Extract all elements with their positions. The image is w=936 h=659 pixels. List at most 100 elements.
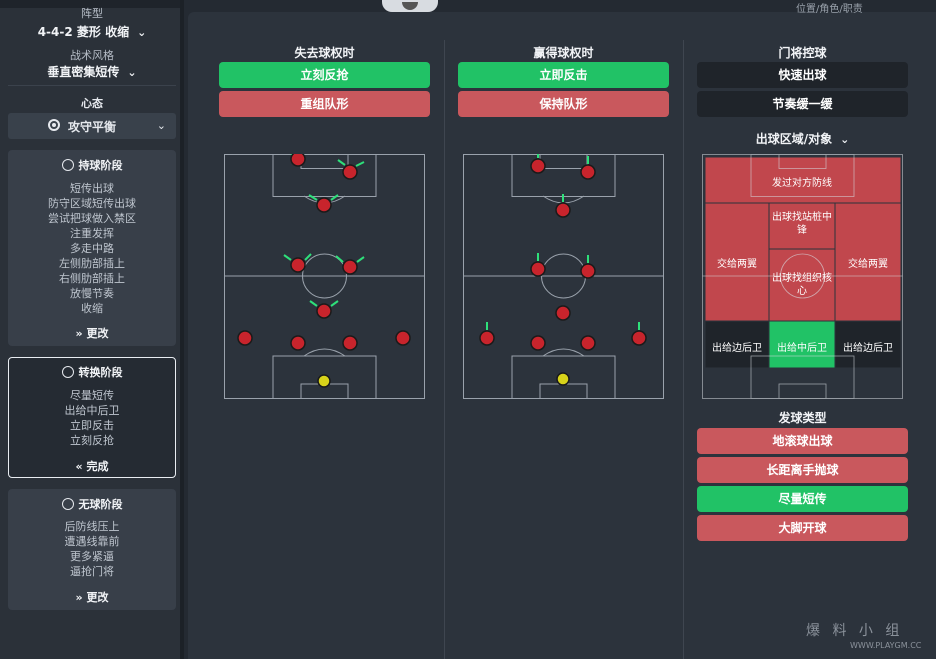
watermark-url: WWW.PLAYGM.CC	[850, 641, 922, 650]
distribution-target-select[interactable]: 出球区域/对象 ⌄	[697, 130, 908, 147]
chevron-down-icon: ⌄	[840, 133, 850, 146]
lose-possession-players	[237, 154, 411, 388]
top-right-label: 位置/角色/职责	[796, 4, 863, 15]
in-possession-title: 持球阶段	[8, 157, 176, 173]
instruction-item: 短传出球	[70, 182, 114, 195]
kick-type-title: 发球类型	[778, 411, 827, 425]
instruction-item: 逼抢门将	[70, 565, 114, 578]
out-of-possession-panel[interactable]: 无球阶段 后防线压上 遭遇线靠前 更多紧逼 逼抢门将 » 更改	[8, 489, 176, 610]
player-marker	[290, 335, 306, 351]
change-button-label: 更改	[86, 591, 109, 604]
player-marker	[395, 330, 411, 346]
instruction-item: 更多紧逼	[70, 550, 114, 563]
player-marker	[290, 257, 306, 273]
zone-left-fullback-label: 出给边后卫	[712, 343, 762, 354]
arrow-icon	[486, 154, 640, 330]
distribute-quickly-button[interactable]: 快速出球	[697, 62, 908, 88]
style-label: 战术风格	[70, 49, 114, 62]
target-icon	[48, 119, 60, 131]
formation-label: 阵型	[81, 7, 103, 20]
player-marker	[555, 202, 571, 218]
zone-center-backs-label: 出给中后卫	[777, 343, 827, 354]
instruction-item: 放慢节奏	[70, 287, 114, 300]
instruction-item: 收缩	[81, 302, 103, 315]
counter-press-button[interactable]: 立刻反抢	[219, 62, 430, 88]
player-marker	[342, 259, 358, 275]
done-button[interactable]: « 完成	[9, 458, 175, 474]
mentality-label: 心态	[81, 97, 103, 110]
player-marker	[530, 261, 546, 277]
zone-right-fullback-label: 出给边后卫	[843, 343, 893, 354]
player-marker	[580, 263, 596, 279]
player-marker	[479, 330, 495, 346]
formation-select[interactable]: 4-4-2 菱形 收缩 ⌄	[0, 23, 184, 40]
formation-value: 4-4-2 菱形 收缩	[37, 25, 130, 39]
player-marker	[316, 197, 332, 213]
instruction-item: 注重发挥	[70, 227, 114, 240]
player-marker	[290, 154, 306, 167]
instruction-item: 遭遇线靠前	[64, 535, 120, 548]
out-of-possession-title: 无球阶段	[8, 496, 176, 512]
instruction-item: 出给中后卫	[64, 404, 120, 417]
zone-playmaker-label: 出球找组织核心	[772, 273, 832, 297]
chevron-down-icon: ⌄	[127, 66, 137, 79]
transition-title-text: 转换阶段	[78, 366, 123, 379]
column-divider	[683, 40, 684, 659]
player-marker	[342, 335, 358, 351]
change-button[interactable]: » 更改	[8, 589, 176, 605]
out-of-possession-title-text: 无球阶段	[78, 498, 123, 511]
win-possession-players	[479, 154, 647, 386]
gk-possession-title: 门将控球	[778, 46, 827, 60]
defence-icon	[61, 498, 74, 510]
instruction-item: 尝试把球做入禁区	[48, 212, 136, 225]
transition-title: 转换阶段	[9, 364, 175, 380]
instruction-item: 防守区域短传出球	[48, 197, 136, 210]
player-marker	[530, 158, 546, 174]
chevron-down-icon: ⌄	[156, 119, 166, 132]
zone-target-forward-label: 出球找站桩中锋	[772, 212, 832, 236]
club-badge-tab[interactable]	[382, 0, 438, 12]
roll-out-button[interactable]: 地滚球出球	[697, 428, 908, 454]
watermark-logo: 爆 料 小 组	[806, 620, 903, 640]
distribution-target-label: 出球区域/对象	[755, 132, 833, 146]
lose-possession-title: 失去球权时	[294, 46, 355, 60]
player-marker	[237, 330, 253, 346]
double-chevron-left-icon: «	[75, 460, 83, 473]
instruction-item: 左侧肋部插上	[59, 257, 125, 270]
column-divider	[444, 40, 445, 659]
player-marker	[580, 335, 596, 351]
slow-pace-button[interactable]: 节奏缓一缓	[697, 91, 908, 117]
short-pass-button[interactable]: 尽量短传	[697, 486, 908, 512]
player-marker	[631, 330, 647, 346]
in-possession-title-text: 持球阶段	[78, 159, 123, 172]
goalkeeper-marker	[317, 374, 331, 388]
zone-over-defence-label: 发过对方防线	[772, 178, 832, 189]
player-marker	[342, 164, 358, 180]
counter-attack-button[interactable]: 立即反击	[458, 62, 669, 88]
done-button-label: 完成	[86, 460, 109, 473]
player-marker	[530, 335, 546, 351]
player-marker	[580, 164, 596, 180]
player-marker	[555, 305, 571, 321]
double-chevron-right-icon: »	[75, 327, 83, 340]
hold-shape-button[interactable]: 保持队形	[458, 91, 669, 117]
win-possession-title: 赢得球权时	[533, 46, 594, 60]
in-possession-panel[interactable]: 持球阶段 短传出球 防守区域短传出球 尝试把球做入禁区 注重发挥 多走中路 左侧…	[8, 150, 176, 346]
instruction-item: 立刻反抢	[70, 434, 114, 447]
style-value: 垂直密集短传	[47, 65, 120, 79]
transition-panel[interactable]: 转换阶段 尽量短传 出给中后卫 立即反击 立刻反抢 « 完成	[8, 357, 176, 478]
mentality-select[interactable]: 攻守平衡 ⌄	[8, 113, 176, 139]
instruction-item: 立即反击	[70, 419, 114, 432]
watermark-text: 爆 料 小 组	[806, 623, 904, 639]
mentality-value: 攻守平衡	[68, 120, 117, 134]
player-marker	[316, 303, 332, 319]
transition-icon	[61, 366, 74, 378]
left-sidebar: 阵型 4-4-2 菱形 收缩 ⌄ 战术风格 垂直密集短传 ⌄ 心态 攻守平衡 ⌄ 持…	[0, 0, 184, 659]
regroup-button[interactable]: 重组队形	[219, 91, 430, 117]
style-select[interactable]: 垂直密集短传 ⌄	[0, 63, 184, 80]
change-button[interactable]: » 更改	[8, 325, 176, 341]
zone-left-wing-label: 交给两翼	[717, 259, 757, 270]
long-throw-button[interactable]: 长距离手抛球	[697, 457, 908, 483]
change-button-label: 更改	[86, 327, 109, 340]
long-kick-button[interactable]: 大脚开球	[697, 515, 908, 541]
